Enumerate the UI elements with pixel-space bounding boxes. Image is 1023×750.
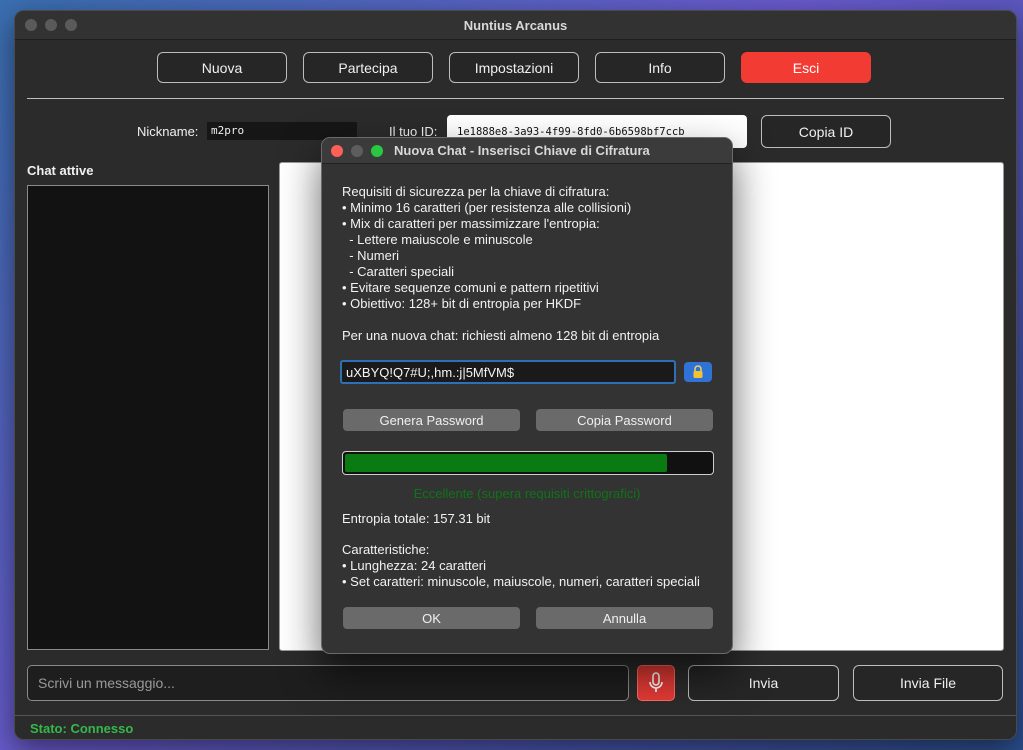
- window-title: Nuntius Arcanus: [463, 18, 568, 33]
- requirement-line: Requisiti di sicurezza per la chiave di …: [342, 184, 610, 199]
- join-chat-button[interactable]: Partecipa: [303, 52, 433, 83]
- requirement-line: - Lettere maiuscole e minuscole: [342, 232, 533, 247]
- copy-id-button[interactable]: Copia ID: [761, 115, 891, 148]
- key-characteristics: Caratteristiche: • Lunghezza: 24 caratte…: [342, 542, 700, 590]
- dialog-close-button[interactable]: [331, 145, 343, 157]
- entropy-strength-fill: [345, 454, 667, 472]
- exit-button[interactable]: Esci: [741, 52, 871, 83]
- new-chat-key-dialog: Nuova Chat - Inserisci Chiave di Cifratu…: [321, 137, 733, 654]
- info-button[interactable]: Info: [595, 52, 725, 83]
- entropy-strength-bar: [342, 451, 714, 475]
- encryption-key-input[interactable]: uXBYQ!Q7#U;,hm.:j|5MfVM$: [340, 360, 676, 384]
- settings-button[interactable]: Impostazioni: [449, 52, 579, 83]
- dialog-title-bar: Nuova Chat - Inserisci Chiave di Cifratu…: [322, 138, 732, 164]
- toggle-visibility-button[interactable]: [684, 362, 712, 382]
- send-file-button[interactable]: Invia File: [853, 665, 1003, 701]
- requirement-line: • Evitare sequenze comuni e pattern ripe…: [342, 280, 599, 295]
- key-charset: • Set caratteri: minuscole, maiuscole, n…: [342, 574, 700, 589]
- status-bar: Stato: Connesso: [15, 715, 1016, 739]
- connection-status: Stato: Connesso: [30, 721, 134, 736]
- microphone-button[interactable]: [637, 665, 675, 701]
- active-chats-title: Chat attive: [27, 163, 94, 178]
- total-entropy: Entropia totale: 157.31 bit: [342, 511, 491, 526]
- header-divider: [27, 98, 1004, 99]
- new-chat-button[interactable]: Nuova: [157, 52, 287, 83]
- title-bar: Nuntius Arcanus: [15, 11, 1016, 40]
- requirement-line: - Caratteri speciali: [342, 264, 454, 279]
- strength-rating: Eccellente (supera requisiti crittografi…: [413, 486, 641, 501]
- requirement-line: • Obiettivo: 128+ bit di entropia per HK…: [342, 296, 582, 311]
- requirement-line: - Numeri: [342, 248, 400, 263]
- active-chats-list[interactable]: [27, 185, 269, 650]
- dialog-minimize-button[interactable]: [351, 145, 363, 157]
- requirement-line: • Mix di caratteri per massimizzare l'en…: [342, 216, 600, 231]
- ok-button[interactable]: OK: [343, 607, 520, 629]
- entropy-requirement-note: Per una nuova chat: richiesti almeno 128…: [342, 328, 660, 343]
- copy-password-button[interactable]: Copia Password: [536, 409, 713, 431]
- nickname-label: Nickname:: [137, 124, 199, 139]
- cancel-button[interactable]: Annulla: [536, 607, 713, 629]
- dialog-zoom-button[interactable]: [371, 145, 383, 157]
- security-requirements: Requisiti di sicurezza per la chiave di …: [342, 184, 631, 312]
- microphone-icon: [649, 672, 663, 692]
- message-input[interactable]: Scrivi un messaggio...: [27, 665, 629, 701]
- dialog-title: Nuova Chat - Inserisci Chiave di Cifratu…: [394, 143, 650, 158]
- key-length: • Lunghezza: 24 caratteri: [342, 558, 487, 573]
- requirement-line: • Minimo 16 caratteri (per resistenza al…: [342, 200, 632, 215]
- lock-icon: [693, 365, 703, 378]
- generate-password-button[interactable]: Genera Password: [343, 409, 520, 431]
- send-button[interactable]: Invia: [688, 665, 839, 701]
- characteristics-title: Caratteristiche:: [342, 542, 430, 557]
